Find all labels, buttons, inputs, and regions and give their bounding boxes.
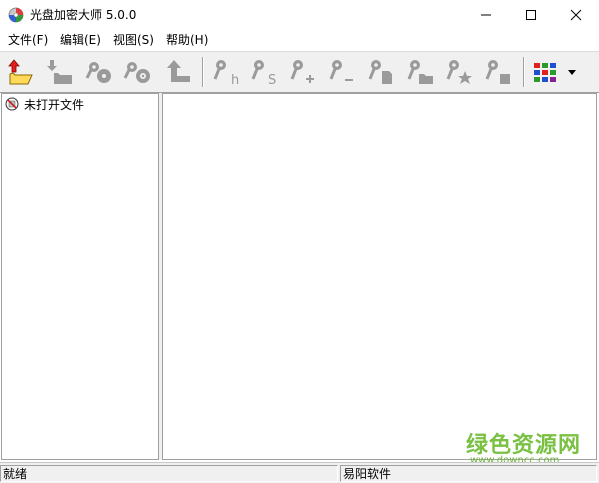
key-disc-alt-icon <box>123 62 150 83</box>
key-star-icon <box>446 60 472 84</box>
maximize-icon <box>526 10 536 20</box>
upload-icon <box>167 60 190 82</box>
minimize-button[interactable] <box>463 0 509 30</box>
menu-view[interactable]: 视图(S) <box>113 33 154 48</box>
toolbar: h S <box>0 51 599 93</box>
menu-file[interactable]: 文件(F) <box>8 33 48 48</box>
color-grid-button[interactable] <box>530 56 562 88</box>
svg-text:S: S <box>268 73 276 88</box>
key-folder-button[interactable] <box>404 56 436 88</box>
upload-button[interactable] <box>162 56 194 88</box>
key-folder-icon <box>407 60 433 84</box>
key-stop-button[interactable] <box>482 56 514 88</box>
key-remove-icon <box>329 60 353 81</box>
dropdown-arrow-icon <box>568 70 576 75</box>
svg-text:h: h <box>231 73 239 88</box>
app-icon <box>8 7 24 23</box>
key-add-button[interactable] <box>287 56 319 88</box>
menu-edit[interactable]: 编辑(E) <box>60 33 101 48</box>
window-title: 光盘加密大师 5.0.0 <box>30 8 137 22</box>
tree-item-label: 未打开文件 <box>24 97 85 112</box>
no-file-icon <box>5 97 19 111</box>
key-stop-icon <box>485 60 510 84</box>
maximize-button[interactable] <box>508 0 554 30</box>
minimize-icon <box>481 14 491 16</box>
content-pane[interactable] <box>162 93 597 460</box>
key-remove-button[interactable] <box>326 56 358 88</box>
file-tree-pane[interactable]: 未打开文件 <box>1 93 159 460</box>
status-bar: 就绪 易阳软件 <box>0 462 599 483</box>
key-s-button[interactable]: S <box>248 56 280 88</box>
key-file-button[interactable] <box>365 56 397 88</box>
color-grid-icon <box>534 63 556 82</box>
title-bar: 光盘加密大师 5.0.0 <box>0 0 599 30</box>
view-dropdown-button[interactable] <box>562 56 582 88</box>
key-h-icon: h <box>213 60 239 88</box>
key-add-icon <box>290 60 314 83</box>
toolbar-separator <box>523 57 525 87</box>
import-button[interactable] <box>44 56 76 88</box>
import-icon <box>47 60 72 84</box>
close-icon <box>570 9 582 21</box>
key-file-icon <box>368 60 392 84</box>
status-text: 就绪 <box>0 465 338 482</box>
key-h-button[interactable]: h <box>210 56 242 88</box>
open-button[interactable] <box>4 56 36 88</box>
key-disc-alt-button[interactable] <box>122 56 154 88</box>
status-company: 易阳软件 <box>340 465 597 482</box>
key-disc-button[interactable] <box>84 56 116 88</box>
menu-help[interactable]: 帮助(H) <box>166 33 208 48</box>
key-disc-icon <box>85 62 111 83</box>
tree-item-no-file[interactable]: 未打开文件 <box>5 96 84 112</box>
menu-bar: 文件(F) 编辑(E) 视图(S) 帮助(H) <box>0 30 599 51</box>
key-star-button[interactable] <box>443 56 475 88</box>
open-folder-icon <box>8 59 33 85</box>
key-s-icon: S <box>251 60 276 88</box>
toolbar-separator <box>202 57 204 87</box>
close-button[interactable] <box>553 0 599 30</box>
